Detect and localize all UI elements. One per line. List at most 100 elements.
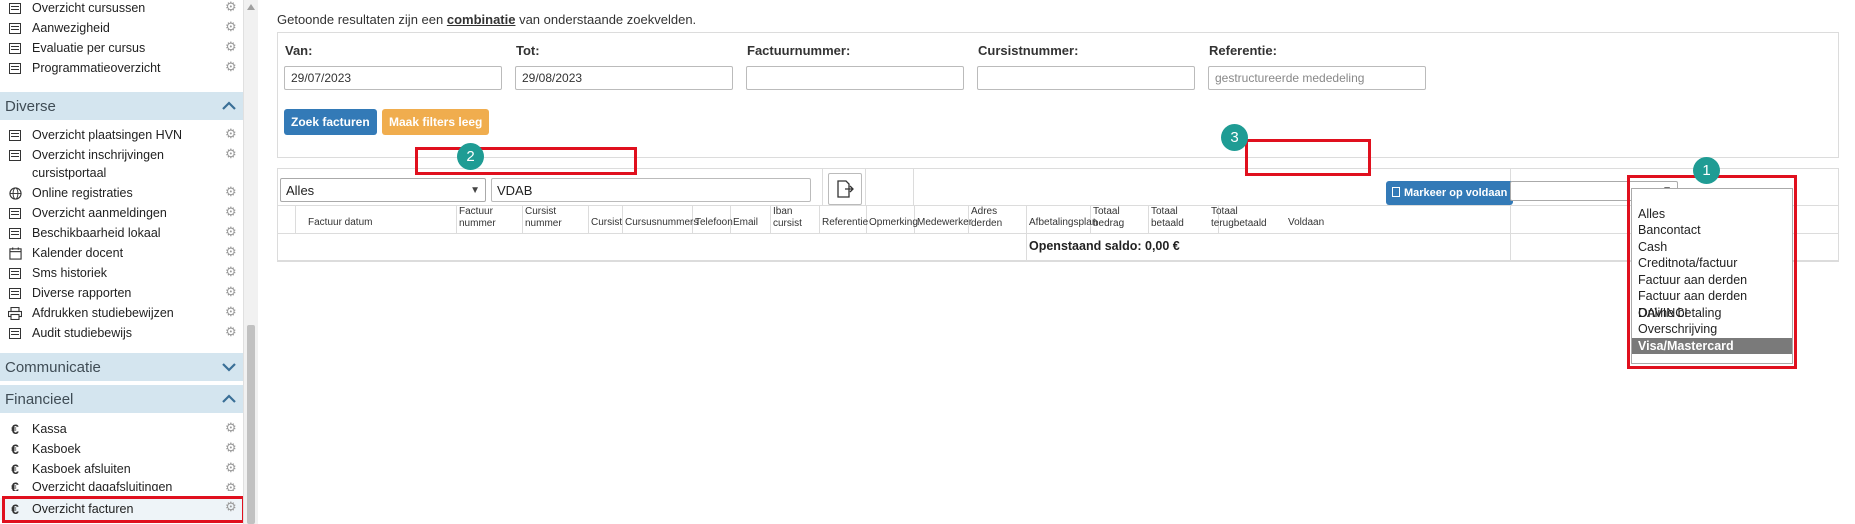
col-cursist-nummer[interactable]: Cursist nummer: [525, 206, 575, 230]
sidebar-item-label: Evaluatie per cursus: [32, 41, 146, 55]
col-totaal-bedrag[interactable]: Totaal bedrag: [1093, 206, 1138, 230]
gear-icon[interactable]: ⚙: [225, 265, 237, 278]
gear-icon[interactable]: ⚙: [225, 147, 237, 160]
cursistnummer-input[interactable]: [977, 66, 1195, 90]
col-referentie[interactable]: Referentie: [822, 217, 868, 229]
sidebar-item-audit-studiebewijs[interactable]: Audit studiebewijs ⚙: [0, 323, 243, 343]
gear-icon[interactable]: ⚙: [225, 305, 237, 318]
gear-icon[interactable]: ⚙: [225, 0, 237, 13]
gear-icon[interactable]: ⚙: [225, 441, 237, 454]
sidebar-item-inschrijvingen-line2[interactable]: cursistportaal: [0, 163, 243, 183]
tot-date-input[interactable]: [515, 66, 733, 90]
gear-icon[interactable]: ⚙: [225, 325, 237, 338]
annotation-badge: 2: [457, 143, 484, 170]
van-date-input[interactable]: [284, 66, 502, 90]
results-panel: Alles ▼ VDAB Markeer op voldaan ▼: [277, 168, 1839, 262]
scroll-up-arrow-icon[interactable]: [247, 4, 255, 10]
sidebar-item-kasboek[interactable]: € Kasboek ⚙: [0, 439, 243, 459]
col-email[interactable]: Email: [733, 217, 758, 229]
gear-icon[interactable]: ⚙: [225, 185, 237, 198]
col-afbetalingsplan[interactable]: Afbetalingsplan: [1029, 217, 1097, 229]
sidebar-item-label: Beschikbaarheid lokaal: [32, 226, 161, 240]
sidebar-item-label: Diverse rapporten: [32, 286, 132, 300]
section-title: Diverse: [5, 97, 56, 115]
col-factuur-datum[interactable]: Factuur datum: [308, 217, 372, 229]
col-cursusnummers[interactable]: Cursusnummers: [625, 217, 698, 229]
sidebar-item-evaluatie[interactable]: Evaluatie per cursus ⚙: [0, 38, 243, 58]
col-adres-derden[interactable]: Adres derden: [971, 206, 1016, 230]
list-icon: [8, 226, 22, 240]
col-totaal-betaald[interactable]: Totaal betaald: [1151, 206, 1196, 230]
gear-icon[interactable]: ⚙: [225, 421, 237, 434]
sidebar: Overzicht cursussen ⚙ Aanwezigheid ⚙ Eva…: [0, 0, 244, 524]
sidebar-item-aanwezigheid[interactable]: Aanwezigheid ⚙: [0, 18, 243, 38]
gear-icon[interactable]: ⚙: [225, 225, 237, 238]
sidebar-item-label: Overzicht cursussen: [32, 1, 146, 15]
scrollbar-thumb[interactable]: [247, 325, 255, 524]
info-text-bold: combinatie: [446, 12, 516, 27]
annotation-badge: 1: [1693, 157, 1720, 184]
sidebar-item-sms-historiek[interactable]: Sms historiek ⚙: [0, 263, 243, 283]
sidebar-item-kalender-docent[interactable]: Kalender docent ⚙: [0, 243, 243, 263]
mark-paid-button[interactable]: Markeer op voldaan: [1386, 181, 1514, 205]
globe-icon: [8, 186, 22, 200]
gear-icon[interactable]: ⚙: [225, 481, 237, 491]
chevron-up-icon[interactable]: [219, 96, 239, 116]
col-voldaan[interactable]: Voldaan: [1288, 217, 1324, 229]
sidebar-item-kassa[interactable]: € Kassa ⚙: [0, 419, 243, 439]
referentie-label: Referentie:: [1209, 43, 1277, 58]
col-opmerking[interactable]: Opmerking: [869, 217, 918, 229]
sidebar-section-financieel[interactable]: Financieel: [0, 385, 243, 413]
sidebar-section-communicatie[interactable]: Communicatie: [0, 353, 243, 381]
annotation-badge: 3: [1221, 124, 1248, 151]
sidebar-item-aanmeldingen[interactable]: Overzicht aanmeldingen ⚙: [0, 203, 243, 223]
sidebar-item-label: Sms historiek: [32, 266, 108, 280]
clear-filters-button[interactable]: Maak filters leeg: [382, 109, 490, 135]
sidebar-item-programmatieoverzicht[interactable]: Programmatieoverzicht ⚙: [0, 58, 243, 78]
search-invoices-button[interactable]: Zoek facturen: [284, 109, 377, 135]
col-iban-cursist[interactable]: Iban cursist: [773, 206, 818, 230]
sidebar-item-label: Programmatieoverzicht: [32, 61, 161, 75]
gear-icon[interactable]: ⚙: [225, 20, 237, 33]
gear-icon[interactable]: ⚙: [225, 245, 237, 258]
sidebar-item-dagafsluitingen[interactable]: € Overzicht dagafsluitingen ⚙: [0, 479, 243, 491]
sidebar-item-plaatsingen-hvn[interactable]: Overzicht plaatsingen HVN ⚙: [0, 125, 243, 145]
sidebar-item-inschrijvingen[interactable]: Overzicht inschrijvingen ⚙: [0, 145, 243, 165]
referentie-input[interactable]: [1208, 66, 1426, 90]
col-cursist[interactable]: Cursist: [591, 217, 622, 229]
gear-icon[interactable]: ⚙: [225, 205, 237, 218]
col-medewerker[interactable]: Medewerker: [917, 217, 972, 229]
search-text-value: VDAB: [497, 182, 533, 198]
sidebar-item-label: Kasboek: [32, 442, 81, 456]
sidebar-item-beschikbaarheid[interactable]: Beschikbaarheid lokaal ⚙: [0, 223, 243, 243]
sidebar-item-label: Kasboek afsluiten: [32, 462, 131, 476]
factuurnummer-input[interactable]: [746, 66, 964, 90]
sidebar-item-kasboek-afsluiten[interactable]: € Kasboek afsluiten ⚙: [0, 459, 243, 479]
sidebar-item-overzicht-cursussen[interactable]: Overzicht cursussen ⚙: [0, 0, 243, 18]
sidebar-item-label: Afdrukken studiebewijzen: [32, 306, 174, 320]
sidebar-item-label: Kassa: [32, 422, 67, 436]
export-button[interactable]: [828, 173, 862, 205]
highlight-box: [2, 496, 243, 523]
gear-icon[interactable]: ⚙: [225, 285, 237, 298]
gear-icon[interactable]: ⚙: [225, 60, 237, 73]
col-factuur-nummer[interactable]: Factuur nummer: [459, 206, 509, 230]
sidebar-item-label: Audit studiebewijs: [32, 326, 133, 340]
status-select[interactable]: Alles ▼: [280, 178, 486, 202]
col-totaal-terugbetaald[interactable]: Totaal terugbetaald: [1211, 206, 1271, 230]
gear-icon[interactable]: ⚙: [225, 127, 237, 140]
list-icon: [8, 128, 22, 142]
sidebar-item-online-registraties[interactable]: Online registraties ⚙: [0, 183, 243, 203]
export-icon: [837, 180, 854, 198]
chevron-up-icon[interactable]: [219, 389, 239, 409]
sidebar-item-diverse-rapporten[interactable]: Diverse rapporten ⚙: [0, 283, 243, 303]
sidebar-section-diverse[interactable]: Diverse: [0, 92, 243, 120]
sidebar-scrollbar[interactable]: [243, 0, 258, 524]
gear-icon[interactable]: ⚙: [225, 461, 237, 474]
col-telefoon[interactable]: Telefoon: [695, 217, 733, 229]
chevron-down-icon[interactable]: [219, 357, 239, 377]
search-text-input[interactable]: VDAB: [491, 178, 811, 202]
gear-icon[interactable]: ⚙: [225, 40, 237, 53]
sidebar-item-afdrukken-studiebewijzen[interactable]: Afdrukken studiebewijzen ⚙: [0, 303, 243, 323]
chevron-down-icon: ▼: [470, 185, 480, 196]
